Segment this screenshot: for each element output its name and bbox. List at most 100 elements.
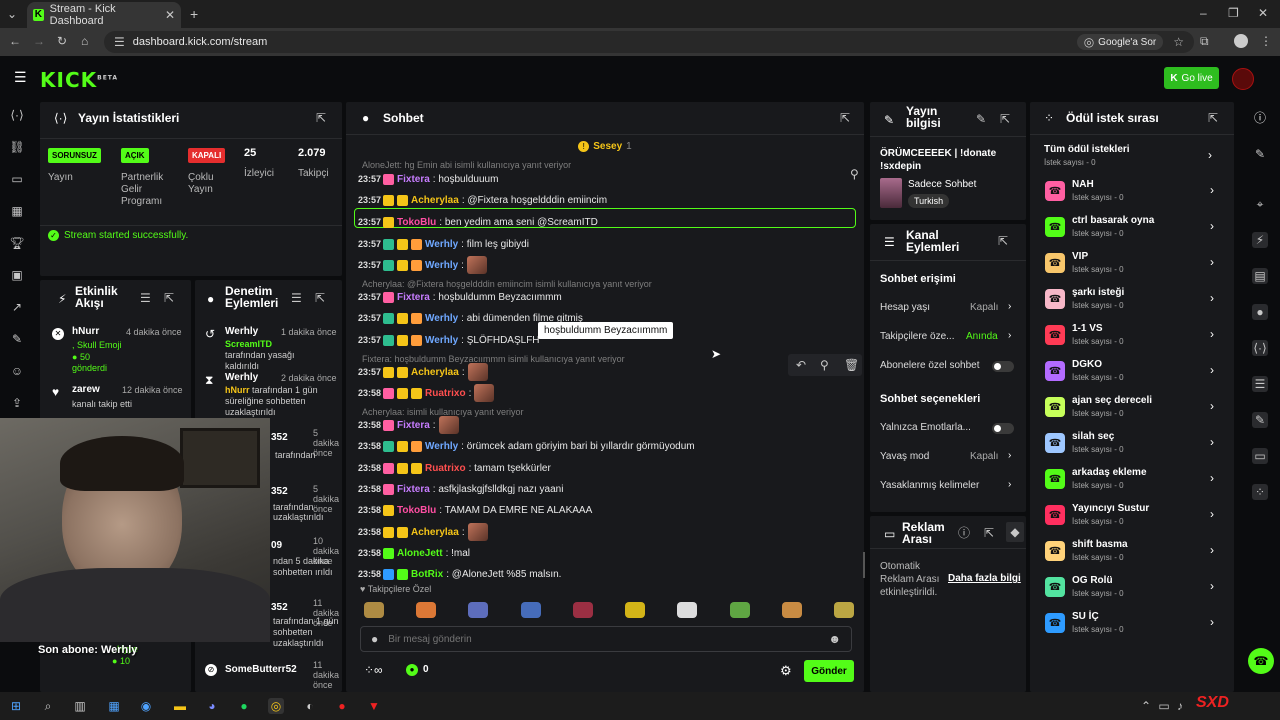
send-button[interactable]: Gönder xyxy=(804,660,854,682)
browser-tab[interactable]: K Stream - Kick Dashboard ✕ xyxy=(27,2,181,28)
mod-user[interactable]: Werhly xyxy=(225,372,258,383)
back-icon[interactable]: ← xyxy=(9,35,21,47)
chat-message[interactable]: 23:57 Werhly: film leş gibiydi xyxy=(358,235,858,253)
message-username[interactable]: Werhly xyxy=(425,313,458,324)
tab-menu-icon[interactable]: ⌄ xyxy=(7,8,17,20)
channel-avatar[interactable] xyxy=(1232,68,1254,90)
reward-item[interactable]: ☎ SU İÇ İstek sayısı - 0 › xyxy=(1042,610,1222,640)
activity-user[interactable]: zarew xyxy=(72,384,100,395)
search-icon[interactable]: ⌕ xyxy=(40,698,56,714)
mod-user[interactable]: 352 xyxy=(271,432,288,443)
mod-user[interactable]: 09 xyxy=(271,540,282,551)
ask-google-button[interactable]: ◎ Google'a Sor xyxy=(1076,34,1164,50)
reward-item[interactable]: ☎ shift basma İstek sayısı - 0 › xyxy=(1042,538,1222,568)
reload-icon[interactable]: ↻ xyxy=(57,35,67,47)
broadcast-rail-icon[interactable]: ⟨·⟩ xyxy=(1252,340,1268,356)
emote-option[interactable] xyxy=(468,602,489,618)
chat-message[interactable]: 23:58 Fixtera: asfkjlaskgjfslldkgj nazı y… xyxy=(358,480,858,498)
emote-option[interactable] xyxy=(729,602,750,618)
popout-moderation-icon[interactable]: ⇱ xyxy=(315,292,325,304)
window-rail-icon[interactable]: ▭ xyxy=(1252,448,1268,464)
volume-icon[interactable]: ♪ xyxy=(1172,698,1188,714)
edge-icon[interactable]: ◉ xyxy=(138,698,154,714)
home-icon[interactable]: ⌂ xyxy=(81,35,88,47)
reward-item[interactable]: ☎ ctrl basarak oyna İstek sayısı - 0 › xyxy=(1042,214,1222,244)
minimize-icon[interactable]: – xyxy=(1200,7,1207,19)
new-tab-icon[interactable]: + xyxy=(190,7,198,21)
mod-target[interactable]: hNurr xyxy=(225,385,250,395)
message-username[interactable]: Werhly xyxy=(425,260,458,271)
subs-only-toggle[interactable] xyxy=(992,361,1014,372)
chat-message[interactable]: 23:58 Ruatrixo: xyxy=(358,384,858,402)
chat-message[interactable]: 23:57 Fixtera: hoşbulduuum xyxy=(358,170,858,188)
message-username[interactable]: Fixtera xyxy=(397,420,430,431)
emotes-only-toggle[interactable] xyxy=(992,423,1014,434)
window-nav-icon[interactable]: ▭ xyxy=(10,172,24,186)
upload-nav-icon[interactable]: ⇪ xyxy=(10,396,24,410)
filter-activity-icon[interactable]: ☰ xyxy=(140,292,151,304)
reward-item[interactable]: ☎ Yayıncıyı Sustur İstek sayısı - 0 › xyxy=(1042,502,1222,532)
tray-chevron-icon[interactable]: ⌃ xyxy=(1138,698,1154,714)
learn-more-link[interactable]: Daha fazla bilgi xyxy=(948,573,1021,584)
bolt-rail-icon[interactable]: ⚡︎ xyxy=(1252,232,1268,248)
browser-menu-icon[interactable]: ⋮ xyxy=(1260,35,1272,47)
chat-message-input[interactable] xyxy=(388,633,819,645)
mod-user[interactable]: 352 xyxy=(271,486,288,497)
focus-rail-icon[interactable]: ⌖ xyxy=(1252,196,1268,212)
mod-user[interactable]: SomeButterr52 xyxy=(225,664,297,675)
popout-ad-icon[interactable]: ⇱ xyxy=(984,527,994,539)
users-nav-icon[interactable]: ☺ xyxy=(10,364,24,378)
all-rewards-row[interactable]: Tüm ödül istekleri İstek sayısı - 0 › xyxy=(1044,144,1224,172)
chat-message[interactable]: 23:58 Werhly: örümcek adam göriyim bari b… xyxy=(358,437,858,455)
ad-settings-icon[interactable]: ◆ xyxy=(1006,522,1024,542)
pencil-rail-icon[interactable]: ✎ xyxy=(1252,146,1268,162)
network-icon[interactable]: ▭ xyxy=(1156,698,1172,714)
pinned-bar[interactable]: ! Sesey 1 xyxy=(346,134,864,158)
bookmark-star-icon[interactable]: ☆ xyxy=(1173,36,1184,48)
kick-logo[interactable]: KICKBETA xyxy=(40,68,118,92)
account-age-row[interactable]: Hesap yaşı Kapalı › xyxy=(880,301,1020,313)
trophy-nav-icon[interactable]: 🏆︎ xyxy=(9,236,24,250)
app-icon[interactable]: ▼ xyxy=(366,698,382,714)
rewards-rail-icon[interactable]: ⁘ xyxy=(1252,484,1268,500)
mod-user[interactable]: 352 xyxy=(271,602,288,613)
reward-item[interactable]: ☎ 1-1 VS İstek sayısı - 0 › xyxy=(1042,322,1222,352)
popout-stats-icon[interactable]: ⇱ xyxy=(316,112,326,124)
message-username[interactable]: Acherylaa xyxy=(411,527,459,538)
chat-message[interactable]: 23:58 TokoBlu: TAMAM DA EMRE NE ALAKAAA xyxy=(358,501,858,519)
popout-actions-icon[interactable]: ⇱ xyxy=(998,235,1008,247)
help-bubble-icon[interactable]: ☎ xyxy=(1248,648,1274,674)
chat-message[interactable]: 23:58 Fixtera: xyxy=(358,416,858,434)
emote-option[interactable] xyxy=(625,602,646,618)
activity-user[interactable]: hNurr xyxy=(72,326,99,337)
message-username[interactable]: TokoBlu xyxy=(397,217,436,228)
mod-target[interactable]: ScreamITD xyxy=(225,339,272,349)
wrench-nav-icon[interactable]: ✎ xyxy=(10,332,24,346)
reward-item[interactable]: ☎ ajan seç dereceli İstek sayısı - 0 › xyxy=(1042,394,1222,424)
popout-activity-icon[interactable]: ⇱ xyxy=(164,292,174,304)
message-username[interactable]: Fixtera xyxy=(397,484,430,495)
message-username[interactable]: Ruatrixo xyxy=(425,388,466,399)
reward-item[interactable]: ☎ OG Rolü İstek sayısı - 0 › xyxy=(1042,574,1222,604)
message-username[interactable]: Werhly xyxy=(425,335,458,346)
mod-user[interactable]: Werhly xyxy=(225,326,258,337)
link-nav-icon[interactable]: ⛓ xyxy=(9,140,24,154)
chat-input-box[interactable]: ● ☻ xyxy=(360,626,852,652)
folder-icon[interactable]: ▬ xyxy=(172,698,188,714)
message-username[interactable]: Acherylaa xyxy=(411,367,459,378)
emote-option[interactable] xyxy=(677,602,698,618)
restore-icon[interactable]: ❐ xyxy=(1228,7,1239,19)
chrome-icon[interactable]: ◎ xyxy=(268,698,284,714)
banned-words-row[interactable]: Yasaklanmış kelimeler › xyxy=(880,479,1020,491)
reward-item[interactable]: ☎ NAH İstek sayısı - 0 › xyxy=(1042,178,1222,208)
chat-message[interactable]: 23:57 Fixtera: hoşbuldumm Beyzacıımmm xyxy=(358,288,858,306)
emote-option[interactable] xyxy=(572,602,593,618)
forward-icon[interactable]: → xyxy=(33,35,45,47)
emote-option[interactable] xyxy=(781,602,802,618)
spotify-icon[interactable]: ● xyxy=(236,698,252,714)
stream-nav-icon[interactable]: ⟨·⟩ xyxy=(10,108,24,122)
windows-start-icon[interactable]: ⊞ xyxy=(8,698,24,714)
popout-chat-icon[interactable]: ⇱ xyxy=(840,112,850,124)
category-thumbnail[interactable] xyxy=(880,178,902,208)
chat-rail-icon[interactable]: ● xyxy=(1252,304,1268,320)
